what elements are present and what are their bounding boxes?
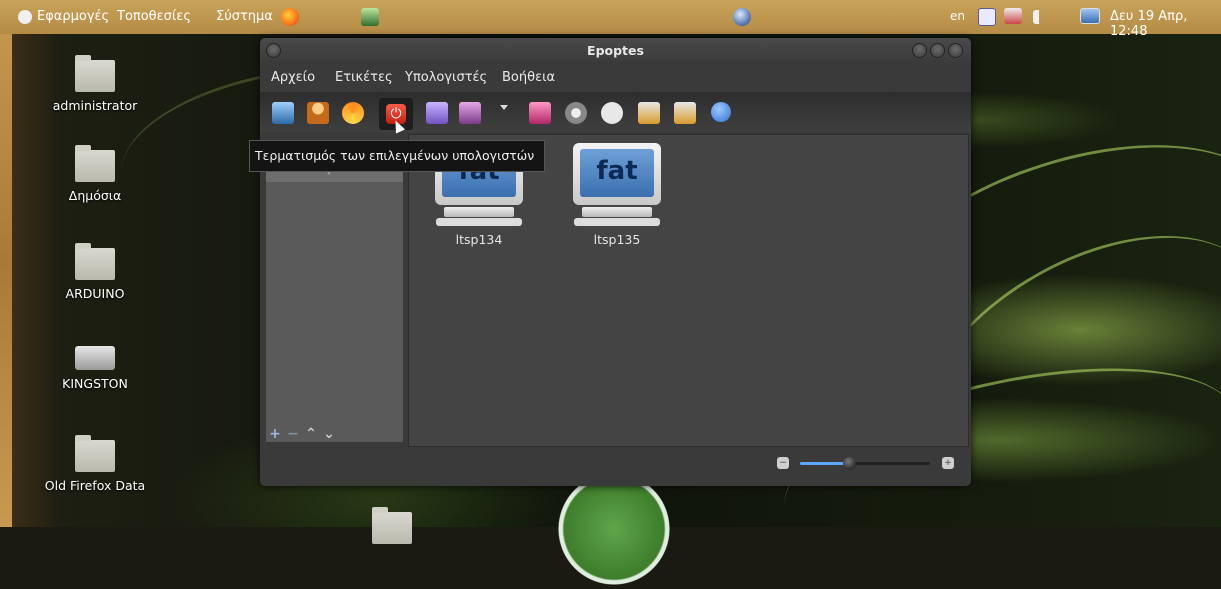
usb-drive-icon bbox=[75, 346, 115, 370]
zoom-out-icon[interactable]: − bbox=[777, 457, 789, 469]
zoom-slider-fill bbox=[800, 462, 850, 465]
menu-labels[interactable]: Ετικέτες bbox=[335, 70, 393, 85]
desktop-icon-label: Old Firefox Data bbox=[44, 478, 146, 493]
client-monitor-icon: fat bbox=[573, 143, 661, 205]
network-connection-icon[interactable] bbox=[1080, 8, 1100, 24]
volume-icon[interactable] bbox=[1033, 10, 1047, 24]
network-boot-icon[interactable] bbox=[459, 102, 481, 124]
send-message-icon[interactable] bbox=[601, 102, 623, 124]
panel-clock[interactable]: Δευ 19 Απρ, 12:48 bbox=[1110, 9, 1221, 39]
desktop-icon-label: KINGSTON bbox=[62, 376, 128, 391]
move-down-icon[interactable]: ⌄ bbox=[320, 426, 338, 442]
home-folder-icon bbox=[75, 55, 115, 92]
desktop-icon-old-firefox-data[interactable]: Old Firefox Data bbox=[35, 435, 155, 493]
firefox-icon[interactable] bbox=[281, 8, 299, 26]
reboot-icon[interactable] bbox=[342, 102, 364, 124]
minimize-button[interactable] bbox=[912, 43, 927, 58]
dock-launcher-icon[interactable] bbox=[555, 470, 673, 588]
info-icon[interactable] bbox=[711, 102, 731, 122]
folder-icon bbox=[372, 507, 412, 544]
login-user-icon[interactable] bbox=[307, 102, 329, 124]
toolbar: ⏻ bbox=[260, 92, 971, 132]
panel-menu-applications[interactable]: Εφαρμογές bbox=[37, 9, 109, 24]
broadcast-screen-icon[interactable] bbox=[272, 102, 294, 124]
base-shape bbox=[574, 218, 660, 226]
menu-file[interactable]: Αρχείο bbox=[271, 70, 315, 85]
ubuntu-menu-icon[interactable] bbox=[18, 10, 32, 24]
execute-command-icon[interactable] bbox=[565, 102, 587, 124]
client-screen-thumbnail: fat bbox=[580, 149, 654, 197]
panel-menu-places[interactable]: Τοποθεσίες bbox=[117, 9, 191, 24]
chevron-down-icon[interactable] bbox=[500, 105, 508, 110]
network-globe-icon[interactable] bbox=[733, 8, 751, 26]
window-title: Epoptes bbox=[587, 43, 644, 58]
zoom-slider-handle[interactable] bbox=[843, 457, 857, 470]
base-shape bbox=[436, 218, 522, 226]
window-titlebar[interactable]: Epoptes bbox=[260, 38, 971, 64]
dictionary-icon[interactable] bbox=[978, 8, 996, 26]
folder-icon bbox=[75, 435, 115, 472]
desktop-edge bbox=[0, 0, 12, 527]
client-name: ltsp135 bbox=[593, 232, 641, 247]
folder-icon bbox=[75, 243, 115, 280]
remote-view-icon[interactable] bbox=[426, 102, 448, 124]
desktop-icon-public[interactable]: Δημόσια bbox=[35, 145, 155, 203]
window-menubar: Αρχείο Ετικέτες Υπολογιστές Βοήθεια bbox=[260, 65, 971, 91]
clients-view: fat ltsp134 fat ltsp135 bbox=[408, 134, 969, 447]
menu-help[interactable]: Βοήθεια bbox=[502, 70, 555, 85]
epoptes-window: Epoptes Αρχείο Ετικέτες Υπολογιστές Βοήθ… bbox=[260, 38, 971, 486]
maximize-button[interactable] bbox=[930, 43, 945, 58]
add-group-icon[interactable]: + bbox=[266, 426, 284, 442]
keyboard-layout-indicator[interactable]: en bbox=[950, 9, 965, 23]
move-up-icon[interactable]: ⌃ bbox=[302, 426, 320, 442]
desktop-icon-kingston[interactable]: KINGSTON bbox=[35, 338, 155, 391]
toolbar-tooltip: Τερματισμός των επιλεγμένων υπολογιστών bbox=[249, 140, 545, 172]
client-name: ltsp134 bbox=[455, 232, 503, 247]
groups-sidebar: Εντοπισμών bbox=[266, 154, 403, 442]
top-panel: Εφαρμογές Τοποθεσίες Σύστημα en Δευ 19 Α… bbox=[0, 0, 1221, 39]
close-button[interactable] bbox=[948, 43, 963, 58]
keyboard-shape bbox=[582, 207, 652, 217]
desktop-icon-partial[interactable] bbox=[332, 507, 452, 550]
system-monitor-icon[interactable] bbox=[1004, 8, 1022, 24]
desktop-icon-arduino[interactable]: ARDUINO bbox=[35, 243, 155, 301]
panel-menu-system[interactable]: Σύστημα bbox=[216, 9, 273, 24]
keyboard-shape bbox=[444, 207, 514, 217]
epoptes-launcher-icon[interactable] bbox=[361, 8, 379, 26]
stop-broadcast-icon[interactable] bbox=[529, 102, 551, 124]
unlock-screen-icon[interactable] bbox=[674, 102, 696, 124]
zoom-slider[interactable] bbox=[800, 457, 930, 470]
zoom-in-icon[interactable]: + bbox=[942, 457, 954, 469]
remove-group-icon[interactable]: − bbox=[284, 426, 302, 442]
client-item[interactable]: fat ltsp135 bbox=[562, 143, 672, 247]
menu-computers[interactable]: Υπολογιστές bbox=[405, 70, 487, 85]
desktop-icon-label: Δημόσια bbox=[68, 188, 122, 203]
desktop-icon-home[interactable]: administrator bbox=[35, 55, 155, 113]
sidebar-controls: + − ⌃ ⌄ bbox=[266, 426, 338, 444]
desktop-icon-label: ARDUINO bbox=[65, 286, 125, 301]
desktop-icon-label: administrator bbox=[52, 98, 138, 113]
shared-folder-icon bbox=[75, 145, 115, 182]
lock-screen-icon[interactable] bbox=[638, 102, 660, 124]
